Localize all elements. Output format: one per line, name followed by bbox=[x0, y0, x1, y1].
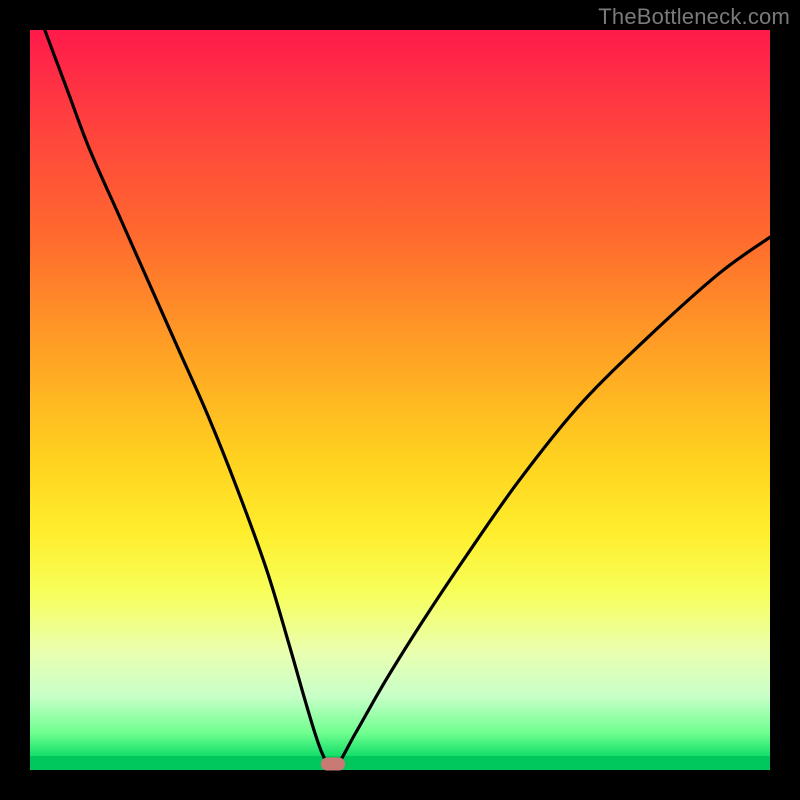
plot-area bbox=[30, 30, 770, 770]
watermark-text: TheBottleneck.com bbox=[598, 4, 790, 30]
curve-svg bbox=[30, 30, 770, 770]
minimum-marker bbox=[321, 758, 345, 771]
chart-frame: TheBottleneck.com bbox=[0, 0, 800, 800]
bottleneck-curve bbox=[45, 30, 770, 770]
